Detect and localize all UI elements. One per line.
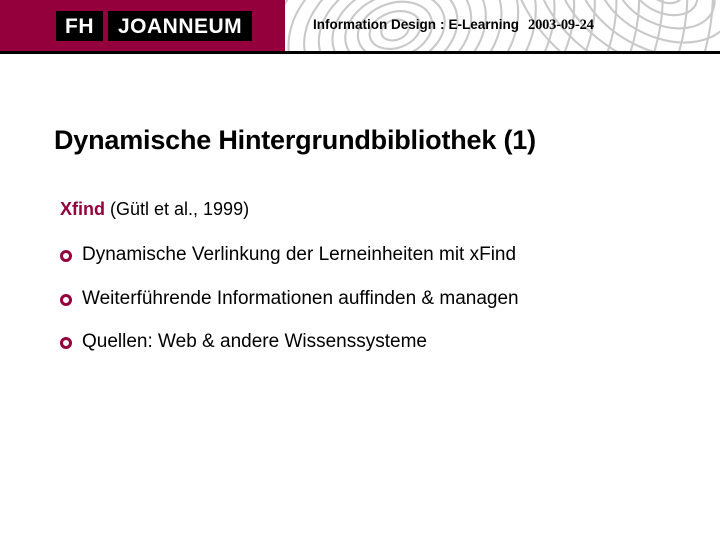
logo-text-joanneum: JOANNEUM [108, 11, 253, 41]
list-item: Quellen: Web & andere Wissenssysteme [60, 331, 680, 353]
ring-bullet-icon [60, 249, 72, 262]
bullet-list: Dynamische Verlinkung der Lerneinheiten … [60, 244, 680, 354]
page-title: Dynamische Hintergrundbibliothek (1) [54, 125, 536, 156]
subheading-keyword: Xfind [60, 199, 105, 219]
ring-bullet-icon [60, 293, 72, 306]
header-divider-rule [0, 51, 720, 54]
ring-bullet-icon [60, 337, 72, 350]
slide-header: FH JOANNEUM Information Design: E-Learnin… [0, 0, 720, 51]
logo-text-fh: FH [56, 11, 103, 41]
header-date-label: 2003-09-24 [528, 17, 594, 33]
subheading: Xfind (Gütl et al., 1999) [60, 199, 680, 220]
list-item-label: Dynamische Verlinkung der Lerneinheiten … [82, 243, 517, 265]
list-item-label: Weiterführende Informationen auffinden &… [82, 287, 519, 309]
fh-joanneum-logo: FH JOANNEUM [56, 11, 253, 41]
subheading-reference: (Gütl et al., 1999) [105, 199, 250, 219]
list-item: Weiterführende Informationen auffinden &… [60, 288, 680, 310]
list-item-label: Quellen: Web & andere Wissenssysteme [82, 331, 427, 353]
header-topic-label: E-Learning [448, 17, 520, 32]
slide-body: Xfind (Gütl et al., 1999) Dynamische Ver… [60, 199, 680, 354]
header-separator: : [440, 17, 445, 32]
list-item: Dynamische Verlinkung der Lerneinheiten … [60, 244, 680, 266]
header-course-label: Information Design [313, 17, 437, 32]
header-meta-text: Information Design: E-Learning 2003-09-24 [313, 17, 594, 34]
